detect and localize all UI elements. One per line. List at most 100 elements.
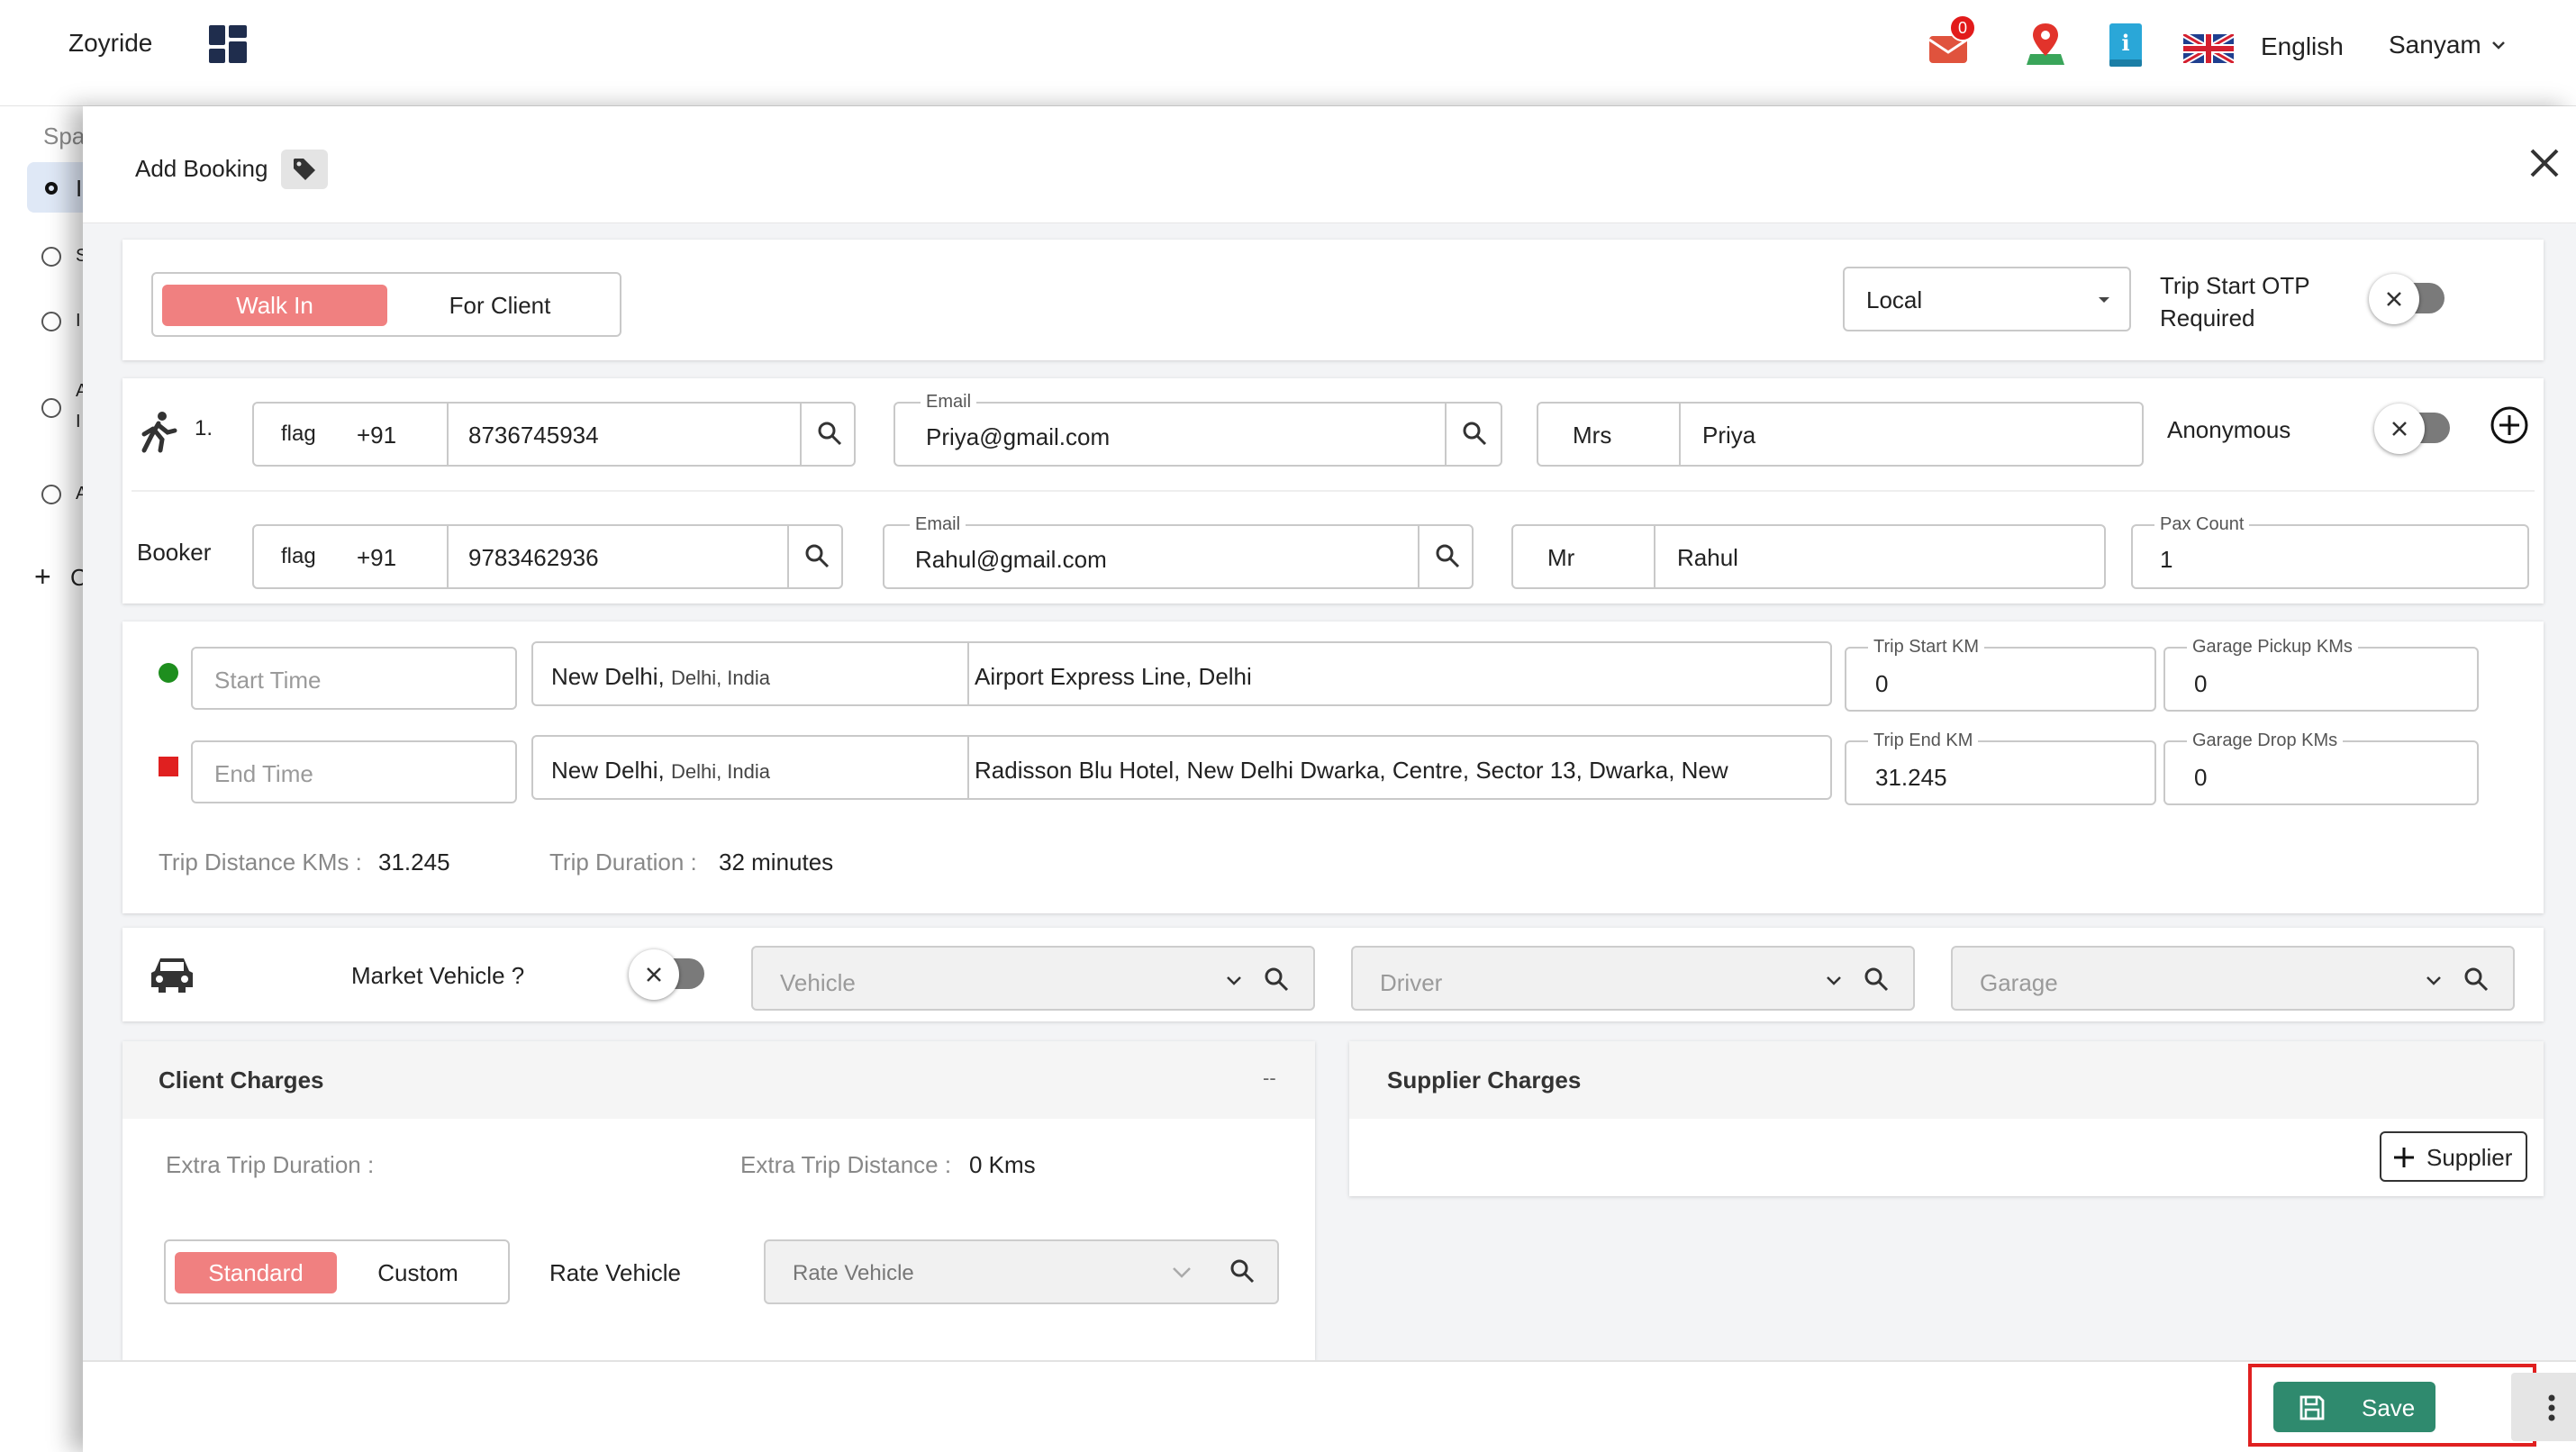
tab-standard-label: Standard	[208, 1259, 304, 1286]
start-time-input[interactable]: Start Time	[191, 647, 517, 710]
salutation-select[interactable]: Mr	[1547, 546, 1574, 569]
search-icon[interactable]	[1263, 966, 1290, 993]
email-input[interactable]: Rahul@gmail.com	[915, 548, 1107, 571]
drop-address-input[interactable]: Radisson Blu Hotel, New Delhi Dwarka, Ce…	[975, 758, 1728, 782]
map-pin-icon[interactable]	[2027, 22, 2064, 67]
divider	[800, 404, 802, 465]
sidebar-radio-icon[interactable]	[41, 485, 61, 504]
driver-select[interactable]: Driver	[1351, 946, 1915, 1011]
trip-distance-label: Trip Distance KMs :	[159, 849, 362, 876]
phone-input[interactable]: 9783462936	[468, 546, 599, 569]
search-icon[interactable]	[1461, 420, 1488, 447]
add-passenger-icon[interactable]	[2490, 405, 2529, 445]
chevron-down-icon[interactable]	[1225, 971, 1243, 989]
kebab-menu-icon	[2547, 1394, 2556, 1421]
sidebar-radio-icon[interactable]	[41, 312, 61, 331]
search-icon[interactable]	[2463, 966, 2490, 993]
booking-type-card: Walk In For Client Local Trip Start OTP …	[122, 240, 2544, 360]
trip-card: Start Time End Time New Delhi, Delhi, In…	[122, 622, 2544, 913]
tab-standard[interactable]: Standard	[175, 1252, 337, 1293]
country-code[interactable]: +91	[357, 423, 396, 447]
walking-person-icon	[135, 409, 180, 454]
chevron-down-icon[interactable]	[1171, 1263, 1193, 1281]
garage-pickup-field[interactable]: Garage Pickup KMs 0	[2163, 638, 2479, 712]
garage-pickup-label: Garage Pickup KMs	[2187, 638, 2358, 656]
trip-duration-value: 32 minutes	[719, 849, 834, 876]
name-input[interactable]: Rahul	[1677, 546, 1738, 569]
salutation-select[interactable]: Mrs	[1573, 423, 1611, 447]
search-icon[interactable]	[816, 420, 843, 447]
tab-walk-in[interactable]: Walk In	[162, 285, 387, 326]
trip-type-select[interactable]: Local	[1843, 267, 2131, 331]
toggle-off-icon[interactable]	[629, 949, 679, 1000]
user-menu[interactable]: Sanyam	[2389, 32, 2481, 58]
garage-drop-input[interactable]: 0	[2194, 766, 2207, 789]
booker-name-field[interactable]: Mr Rahul	[1511, 524, 2106, 589]
drop-city[interactable]: New Delhi, Delhi, India	[551, 758, 770, 782]
flag-alt-text: flag	[281, 422, 316, 446]
tab-custom[interactable]: Custom	[337, 1252, 499, 1293]
tag-icon[interactable]	[281, 150, 328, 189]
extra-duration-label: Extra Trip Duration :	[166, 1151, 375, 1178]
country-code[interactable]: +91	[357, 546, 396, 569]
chevron-down-icon[interactable]	[2490, 36, 2508, 54]
trip-otp-label: Trip Start OTP	[2160, 272, 2310, 299]
pickup-address-input[interactable]: Airport Express Line, Delhi	[975, 665, 1252, 688]
search-icon[interactable]	[1229, 1257, 1256, 1284]
chevron-down-icon[interactable]	[1825, 971, 1843, 989]
email-label: Email	[921, 393, 977, 411]
sidebar-radio-icon[interactable]	[41, 398, 61, 418]
pax-count-input[interactable]: 1	[2160, 548, 2172, 571]
passenger-index: 1.	[195, 416, 213, 440]
info-book-icon[interactable]: i	[2109, 23, 2142, 67]
tab-for-client[interactable]: For Client	[387, 285, 612, 326]
trip-start-km-input[interactable]: 0	[1875, 672, 1888, 695]
pax-count-field[interactable]: Pax Count 1	[2131, 515, 2529, 589]
trip-end-km-input[interactable]: 31.245	[1875, 766, 1947, 789]
garage-pickup-input[interactable]: 0	[2194, 672, 2207, 695]
search-icon[interactable]	[1434, 542, 1461, 569]
car-icon	[150, 953, 195, 994]
search-icon[interactable]	[1863, 966, 1890, 993]
toggle-off-icon[interactable]	[2369, 274, 2419, 324]
pickup-location-field[interactable]: New Delhi, Delhi, India Airport Express …	[531, 641, 1832, 706]
uk-flag-icon[interactable]	[2183, 34, 2234, 63]
email-input[interactable]: Priya@gmail.com	[926, 425, 1110, 449]
drop-location-field[interactable]: New Delhi, Delhi, India Radisson Blu Hot…	[531, 735, 1832, 800]
phone-input[interactable]: 8736745934	[468, 423, 599, 447]
collapse-button[interactable]: --	[1263, 1068, 1276, 1088]
toggle-off-icon[interactable]	[2374, 404, 2425, 454]
garage-select[interactable]: Garage	[1951, 946, 2515, 1011]
search-icon[interactable]	[803, 542, 830, 569]
sidebar-item-label: I	[76, 311, 81, 331]
end-time-input[interactable]: End Time	[191, 740, 517, 803]
trip-start-km-field[interactable]: Trip Start KM 0	[1845, 638, 2156, 712]
trip-end-km-field[interactable]: Trip End KM 31.245	[1845, 731, 2156, 805]
settings-gear-icon	[41, 178, 61, 198]
booker-phone-field[interactable]: flag +91 9783462936	[252, 524, 843, 589]
vehicle-select[interactable]: Vehicle	[751, 946, 1315, 1011]
vehicle-placeholder: Vehicle	[780, 969, 856, 996]
sidebar-radio-icon[interactable]	[41, 247, 61, 267]
rate-vehicle-select[interactable]: Rate Vehicle	[764, 1239, 1279, 1304]
dashboard-grid-icon[interactable]	[209, 25, 247, 63]
chevron-down-icon[interactable]	[2425, 971, 2443, 989]
brand-name[interactable]: Zoyride	[68, 31, 152, 56]
add-supplier-button[interactable]: Supplier	[2380, 1131, 2527, 1182]
drop-region: Delhi, India	[670, 760, 771, 783]
sidebar-add-icon[interactable]: +	[34, 562, 51, 591]
pickup-city[interactable]: New Delhi, Delhi, India	[551, 665, 770, 688]
save-button[interactable]: Save	[2273, 1382, 2435, 1432]
passenger-email-field[interactable]: Email Priya@gmail.com	[893, 393, 1502, 467]
garage-drop-field[interactable]: Garage Drop KMs 0	[2163, 731, 2479, 805]
booker-email-field[interactable]: Email Rahul@gmail.com	[883, 515, 1474, 589]
passenger-name-field[interactable]: Mrs Priya	[1537, 402, 2144, 467]
panel-title: Add Booking	[135, 155, 268, 182]
more-options-button[interactable]	[2511, 1373, 2576, 1441]
close-icon[interactable]	[2524, 142, 2565, 184]
passenger-phone-field[interactable]: flag +91 8736745934	[252, 402, 856, 467]
name-input[interactable]: Priya	[1702, 423, 1755, 447]
language-selector[interactable]: English	[2261, 34, 2344, 59]
drop-city-text: New Delhi,	[551, 757, 665, 784]
save-disk-icon	[2299, 1394, 2326, 1421]
